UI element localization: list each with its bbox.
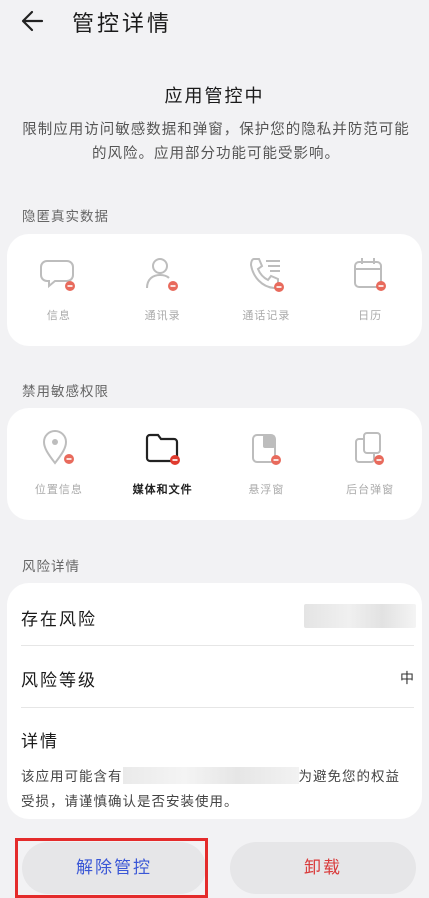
risk-detail-label: 详情 — [21, 732, 59, 752]
permission-item-label: 后台弹窗 — [346, 483, 395, 496]
risk-card: 存在风险 风险等级 中 详情 该应用可能含有 为避免您的权益受损，请谨慎确认是否安… — [7, 583, 422, 819]
calendar-icon — [354, 258, 387, 291]
highlight-box — [15, 838, 208, 898]
background-popup-icon — [355, 432, 385, 465]
permissions-card: 位置信息 媒体和文件 悬浮窗 后台弹窗 — [7, 408, 422, 520]
risk-exists-label: 存在风险 — [21, 610, 97, 630]
permission-item-media-files[interactable]: 媒体和文件 — [111, 408, 215, 520]
status-description: 限制应用访问敏感数据和弹窗，保护您的隐私并防范可能的风险。应用部分功能可能受影响… — [22, 122, 410, 162]
floating-window-icon — [252, 434, 282, 465]
risk-detail-redacted — [122, 767, 299, 784]
permission-item-floating-window[interactable]: 悬浮窗 — [215, 408, 319, 520]
permission-item-label: 悬浮窗 — [248, 483, 285, 496]
risk-detail-text-part: 该应用可能含有 — [21, 769, 123, 785]
permission-item-label: 媒体和文件 — [132, 483, 193, 496]
hidden-item-messages[interactable]: 信息 — [7, 234, 111, 346]
risk-label: 风险详情 — [22, 559, 80, 575]
header: 管控详情 — [0, 0, 429, 44]
hidden-data-card: 信息 通讯录 通话记录 日历 — [7, 234, 422, 346]
hidden-item-label: 信息 — [46, 309, 71, 322]
permission-item-location[interactable]: 位置信息 — [7, 408, 111, 520]
risk-exists-row: 存在风险 — [7, 583, 422, 645]
hidden-item-calendar[interactable]: 日历 — [318, 234, 422, 346]
divider — [21, 707, 414, 708]
risk-exists-value-redacted — [304, 604, 416, 628]
permission-item-background-popup[interactable]: 后台弹窗 — [318, 408, 422, 520]
risk-level-label: 风险等级 — [21, 671, 97, 691]
permissions-label: 禁用敏感权限 — [22, 384, 109, 400]
arrow-left-icon[interactable] — [18, 6, 48, 36]
message-icon — [39, 260, 75, 291]
hidden-item-label: 通话记录 — [242, 309, 291, 322]
uninstall-button[interactable]: 卸载 — [230, 842, 416, 894]
hidden-data-label: 隐匿真实数据 — [22, 209, 109, 225]
hidden-item-label: 通讯录 — [144, 309, 181, 322]
risk-level-value: 中 — [400, 671, 414, 687]
hidden-item-label: 日历 — [358, 309, 383, 322]
page-title: 管控详情 — [72, 12, 173, 37]
risk-detail-text: 该应用可能含有 为避免您的权益受损，请谨慎确认是否安装使用。 — [21, 765, 413, 815]
permission-item-label: 位置信息 — [34, 483, 83, 496]
risk-level-row: 风险等级 中 — [7, 646, 422, 708]
status-title: 应用管控中 — [164, 86, 265, 107]
hidden-item-call-log[interactable]: 通话记录 — [215, 234, 319, 346]
contacts-icon — [145, 258, 178, 291]
folder-icon — [145, 433, 180, 465]
hidden-item-contacts[interactable]: 通讯录 — [111, 234, 215, 346]
call-log-icon — [250, 258, 285, 292]
location-icon — [42, 430, 74, 465]
